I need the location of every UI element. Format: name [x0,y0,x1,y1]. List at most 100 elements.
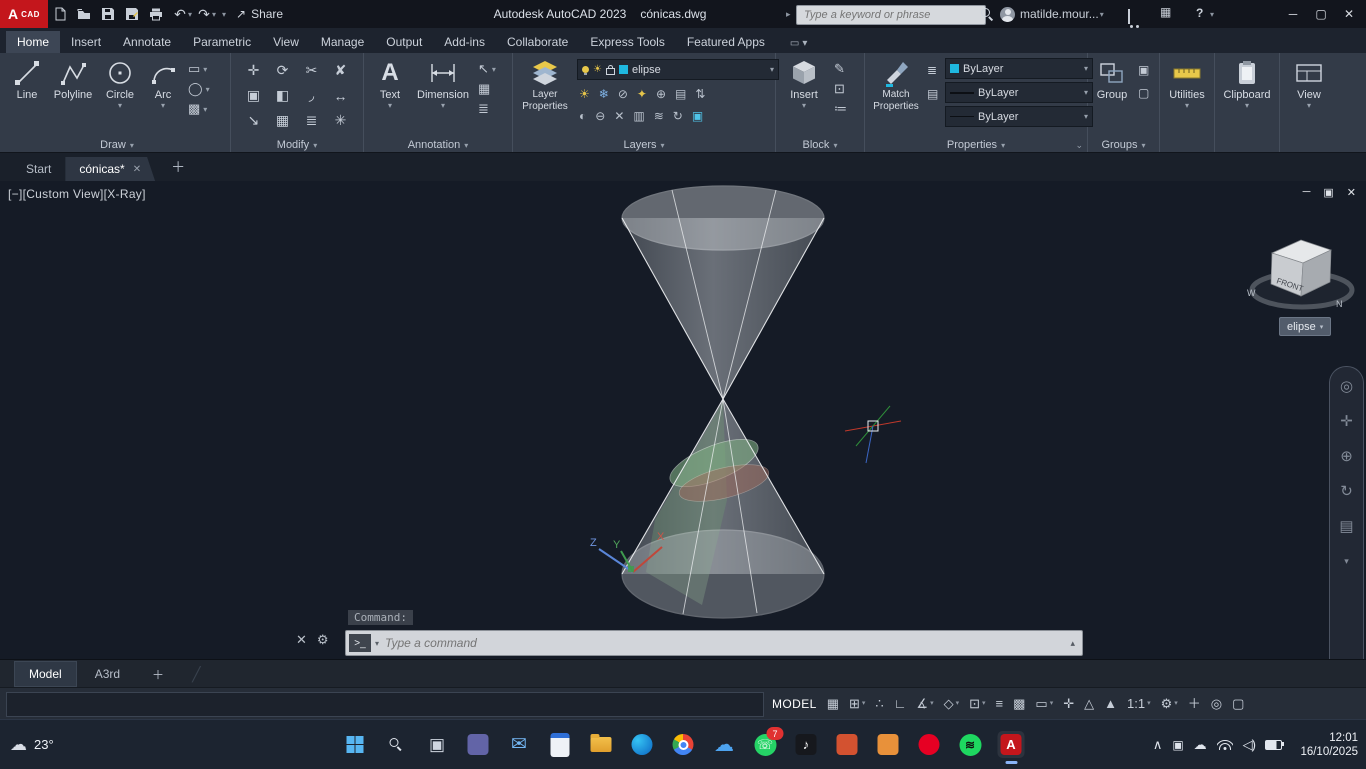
match-properties-button[interactable]: Match Properties [869,56,923,113]
zoom-icon[interactable]: ⊕ [1340,449,1353,464]
layer-walk-icon[interactable]: ◐ [579,109,586,123]
insert-button[interactable]: Insert ▾ [780,56,828,110]
ortho-toggle[interactable]: ∟ [890,695,911,713]
block-panel-label[interactable]: Block ▾ [776,139,864,151]
command-line[interactable]: >_ ▾ ▴ [345,630,1083,656]
taskbar-file-explorer-button[interactable] [588,731,615,758]
workspace-gear-button[interactable]: ⚙ ▾ [1157,695,1182,713]
groups-panel-label[interactable]: Groups ▾ [1088,139,1159,151]
layer-properties-button[interactable]: Layer Properties [517,56,573,113]
steering-wheel-icon[interactable]: ◎ [1340,379,1353,394]
polyline-button[interactable]: Polyline [50,56,96,101]
taskbar-app-purple[interactable] [465,731,492,758]
autocad-logo[interactable]: A CAD [0,0,48,28]
dimension-button[interactable]: Dimension ▾ [414,56,472,110]
layer-restore-icon[interactable]: ↻ [673,109,683,123]
annotation-monitor-toggle[interactable]: ＋ [1184,695,1205,713]
lineweight-dropdown[interactable]: ByLayer ▾ [945,82,1093,103]
copy-icon[interactable]: ▣ [239,83,268,108]
taskbar-tiktok-button[interactable]: ♪ [793,731,820,758]
ribbon-tab-insert[interactable]: Insert [60,31,112,53]
taskbar-clock[interactable]: 12:01 16/10/2025 [1300,720,1358,769]
object-snap-toggle[interactable]: ⊡ ▾ [965,695,989,713]
offset-icon[interactable]: ≣ [297,108,326,133]
ribbon-tab-express-tools[interactable]: Express Tools [579,31,675,53]
layer-lockfade-icon[interactable]: ▣ [692,109,703,123]
move-icon[interactable]: ✛ [239,58,268,83]
table-tool[interactable]: ▦ [478,81,496,97]
new-file-icon[interactable] [48,3,72,25]
file-tab-start[interactable]: Start [12,157,65,181]
showmotion-icon[interactable]: ▤ [1339,519,1353,534]
navbar-more-icon[interactable]: ▾ [1344,554,1349,569]
new-drawing-tab-button[interactable]: ＋ [165,153,191,181]
clipboard-dropdown-icon[interactable]: ▾ [1245,101,1249,110]
annotation-scale-button[interactable]: 1:1 ▾ [1123,695,1155,713]
snap-toggle[interactable]: ⊞ ▾ [845,695,869,713]
polar-tracking-toggle[interactable]: ∡ ▾ [912,695,937,713]
redo-dropdown-icon[interactable]: ▾ [212,10,216,19]
group-button[interactable]: Group [1090,56,1134,101]
ribbon-tab-output[interactable]: Output [375,31,433,53]
tray-wifi-icon[interactable] [1216,739,1233,750]
taskbar-pinterest-button[interactable] [916,731,943,758]
taskbar-whatsapp-button[interactable]: ☏ 7 [752,727,784,758]
layer-match-icon[interactable]: ▤ [675,87,686,101]
ribbon-tab-view[interactable]: View [262,31,310,53]
command-expand-icon[interactable]: ▴ [1070,638,1075,649]
paste-button[interactable]: Clipboard ▾ [1217,56,1277,110]
taskbar-mail-button[interactable]: ✉ [506,731,533,758]
array-icon[interactable]: ▦ [268,108,297,133]
view-dropdown-icon[interactable]: ▾ [1307,101,1311,110]
transparency-toggle[interactable]: ▩ [1009,695,1029,713]
help-dropdown-icon[interactable]: ▾ [1210,10,1214,19]
layers-panel-label[interactable]: Layers ▾ [513,139,775,151]
tray-volume-icon[interactable]: ◁) [1243,737,1256,753]
layer-vpfreeze-icon[interactable]: ⊖ [595,109,605,123]
plot-icon[interactable] [144,3,168,25]
taskbar-onedrive-button[interactable]: ☁ [711,731,738,758]
viewport-minimize-icon[interactable]: ─ [1303,186,1311,199]
trim-icon[interactable]: ✂ [297,58,326,83]
qat-customize-icon[interactable]: ▾ [222,10,226,19]
command-input[interactable] [383,635,1067,651]
maximize-button[interactable]: ▢ [1310,3,1332,25]
layer-delete-icon[interactable]: ✕ [614,109,624,123]
layer-off-icon[interactable]: ☀ [579,87,590,101]
line-button[interactable]: Line [6,56,48,101]
taskbar-calendar-button[interactable] [547,731,574,758]
model-space-button[interactable]: MODEL [768,695,821,713]
hatch-tool[interactable]: ▩ ▾ [188,101,210,117]
ribbon-collapse-button[interactable]: ▭ ▾ [784,34,813,53]
selection-cycling-toggle[interactable]: ▭ ▾ [1031,695,1057,713]
file-tab-conicas[interactable]: cónicas* ✕ [65,157,155,181]
stretch-icon[interactable]: ↔ [326,83,355,108]
layer-freeze-icon[interactable]: ❄ [599,87,609,101]
account-button[interactable]: matilde.mour... ▾ [1000,6,1104,22]
ribbon-tab-addins[interactable]: Add-ins [433,31,496,53]
group-edit-icon[interactable]: ▢ [1138,86,1149,100]
utilities-dropdown-icon[interactable]: ▾ [1185,101,1189,110]
taskbar-office-app-button[interactable] [875,731,902,758]
object-color-dropdown[interactable]: ByLayer ▾ [945,58,1093,79]
gizmo-toggle[interactable]: ✛ [1059,695,1078,713]
layer-previous-icon[interactable]: ⇅ [695,87,705,101]
viewport-close-icon[interactable]: ✕ [1347,186,1356,199]
minimize-button[interactable]: ─ [1282,3,1304,25]
tray-battery-icon[interactable] [1265,739,1284,750]
weather-widget[interactable]: ☁ 23° [10,720,54,769]
circle-button[interactable]: Circle ▾ [98,56,142,110]
lineweight-toggle[interactable]: ≡ [992,695,1008,713]
insert-dropdown-icon[interactable]: ▾ [802,101,806,110]
app-store-cart-icon[interactable] [1128,9,1130,24]
layer-isolate-icon[interactable]: ⊘ [618,87,628,101]
dimension-dropdown-icon[interactable]: ▾ [441,101,445,110]
scale-icon[interactable]: ↘ [239,108,268,133]
ribbon-tab-featured-apps[interactable]: Featured Apps [676,31,776,53]
annotation-autoscale-toggle[interactable]: ▲ [1100,695,1121,713]
ellipse-tool[interactable]: ◯ ▾ [188,81,210,97]
orbit-icon[interactable]: ↻ [1340,484,1353,499]
open-file-icon[interactable] [72,3,96,25]
search-input[interactable] [802,8,980,22]
tray-teams-icon[interactable]: ▣ [1172,738,1183,752]
